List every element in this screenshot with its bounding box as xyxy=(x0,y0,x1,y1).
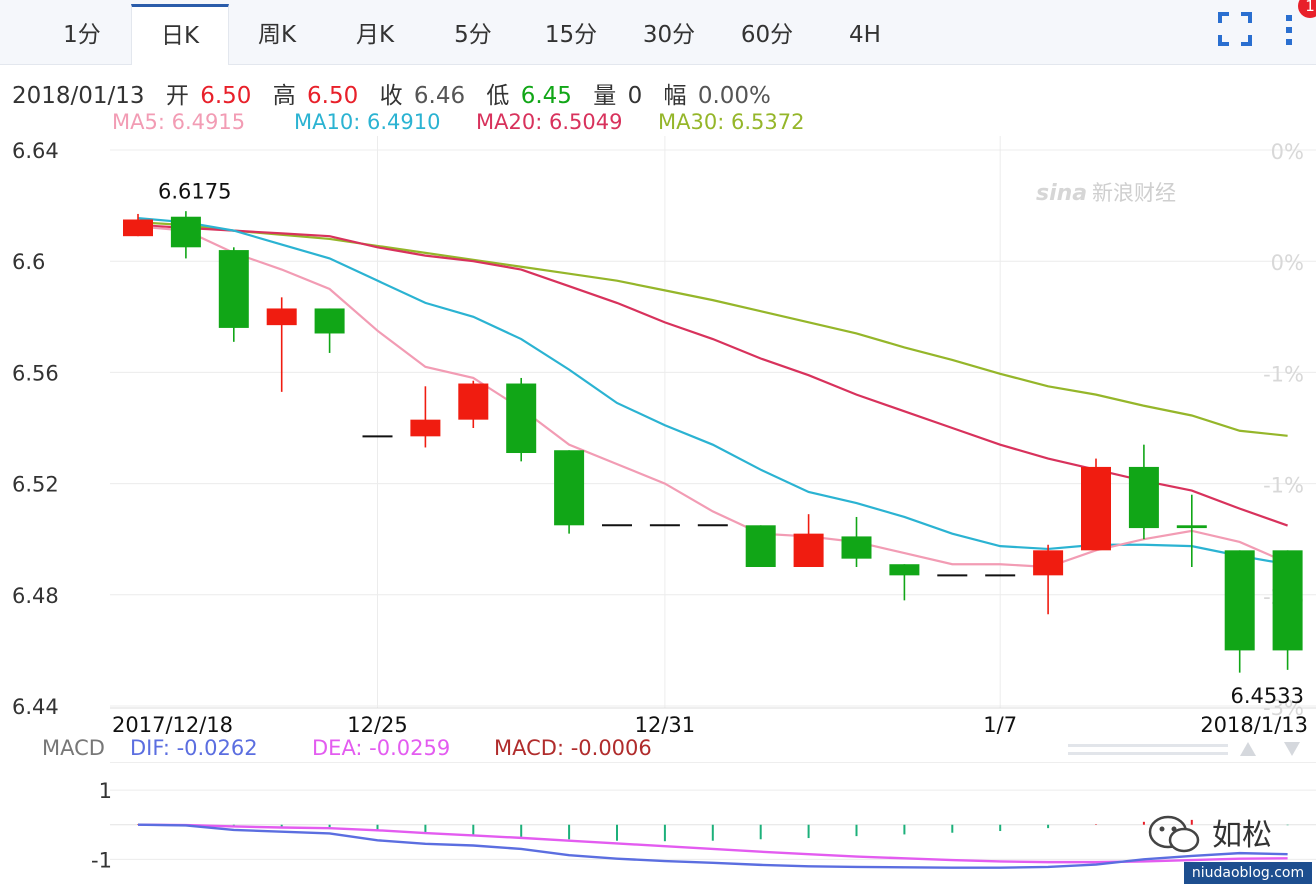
dea-legend: DEA: -0.0259 xyxy=(312,736,451,760)
pct-tick-label: 0% xyxy=(1271,140,1304,164)
candle-body xyxy=(1176,525,1207,529)
macd-chart[interactable]: 1 -1 xyxy=(0,762,1316,888)
tab-monthly-k[interactable]: 月K xyxy=(327,6,423,64)
ma10-legend: MA10: 6.4910 xyxy=(294,110,441,134)
candle-body xyxy=(314,308,345,334)
ma30-line xyxy=(137,221,1288,437)
author-stamp: 如松 niudaoblog.com xyxy=(1140,806,1316,886)
tab-5min[interactable]: 5分 xyxy=(425,6,521,64)
candle-body xyxy=(123,219,153,237)
change-value: 0.00% xyxy=(697,83,771,109)
y-tick-label: 6.56 xyxy=(12,361,59,385)
candle-body xyxy=(1224,550,1255,651)
y-tick-label: 6.44 xyxy=(12,695,59,719)
candle-body xyxy=(218,250,249,328)
ma30-legend: MA30: 6.5372 xyxy=(658,110,805,134)
candle-body xyxy=(266,308,297,326)
pct-tick-label: -1% xyxy=(1263,362,1304,386)
candle-body xyxy=(170,216,201,248)
tab-1min[interactable]: 1分 xyxy=(34,6,130,64)
pct-tick-label: -1% xyxy=(1263,474,1304,498)
x-tick-label: 2018/1/13 xyxy=(1200,713,1308,736)
macd-legend: MACD: -0.0006 xyxy=(494,736,652,760)
y-tick-label: 6.48 xyxy=(12,584,59,608)
candle-body xyxy=(1128,466,1159,529)
candle-body xyxy=(1272,550,1303,651)
ma5-line xyxy=(137,225,1289,569)
scroll-down-icon[interactable] xyxy=(1284,742,1300,756)
tab-60min[interactable]: 60分 xyxy=(719,6,815,64)
change-label: 幅 xyxy=(663,83,687,109)
stamp-title: 如松 xyxy=(1212,818,1272,853)
candlestick-chart[interactable]: 6.640%6.60%6.56-1%6.52-1%6.48-2%6.44-3% … xyxy=(0,136,1316,736)
wechat-icon xyxy=(1148,815,1200,853)
high-label: 高 xyxy=(272,83,296,109)
candle-body xyxy=(745,525,776,567)
candle-body xyxy=(554,450,585,526)
candle-body xyxy=(889,564,920,576)
candle-body xyxy=(458,383,489,420)
macd-title: MACD xyxy=(42,736,105,760)
candle-body xyxy=(793,533,824,567)
candle-body xyxy=(1033,550,1064,576)
low-label: 低 xyxy=(486,83,510,109)
tab-4h[interactable]: 4H xyxy=(817,6,913,64)
volume-value: 0 xyxy=(627,83,643,109)
info-date: 2018/01/13 xyxy=(12,83,145,109)
y-tick-label: 6.64 xyxy=(12,139,59,163)
sina-logo-text: sina xyxy=(1036,181,1087,206)
ma20-legend: MA20: 6.5049 xyxy=(476,110,623,134)
volume-label: 量 xyxy=(593,83,617,109)
macd-y-tick-label: 1 xyxy=(99,779,112,803)
close-label: 收 xyxy=(379,83,403,109)
scroll-up-icon[interactable] xyxy=(1240,742,1256,756)
pct-tick-label: 0% xyxy=(1271,251,1304,275)
tab-15min[interactable]: 15分 xyxy=(523,6,619,64)
dif-legend: DIF: -0.0262 xyxy=(130,736,258,760)
open-label: 开 xyxy=(165,83,189,109)
tab-weekly-k[interactable]: 周K xyxy=(229,6,325,64)
ma5-legend: MA5: 6.4915 xyxy=(112,110,246,134)
min-price-annotation: 6.4533 xyxy=(1231,684,1304,708)
tab-30min[interactable]: 30分 xyxy=(621,6,717,64)
sina-watermark: sina 新浪财经 xyxy=(1036,181,1176,206)
macd-y-tick-label: -1 xyxy=(91,848,112,872)
max-price-annotation: 6.6175 xyxy=(158,180,231,204)
y-tick-label: 6.6 xyxy=(12,250,45,274)
ma20-line xyxy=(137,223,1288,527)
period-tab-bar: 1分 日K 周K 月K 5分 15分 30分 60分 4H 1 xyxy=(0,0,1316,65)
open-value: 6.50 xyxy=(200,83,252,109)
watermark-text: 新浪财经 xyxy=(1092,181,1176,205)
notification-badge: 1 xyxy=(1298,0,1316,18)
candle-body xyxy=(506,383,537,454)
y-tick-label: 6.52 xyxy=(12,473,59,497)
tab-daily-k[interactable]: 日K xyxy=(131,4,229,65)
ohlc-info-line: 2018/01/13 开 6.50 高 6.50 收 6.46 低 6.45 量… xyxy=(12,76,775,110)
close-value: 6.46 xyxy=(413,83,466,109)
candle-body xyxy=(410,419,441,437)
fullscreen-icon[interactable] xyxy=(1218,12,1252,46)
chart-scroll-controls xyxy=(1068,742,1300,756)
low-value: 6.45 xyxy=(520,83,572,109)
x-tick-label: 2017/12/18 xyxy=(112,713,233,736)
high-value: 6.50 xyxy=(307,83,359,109)
x-tick-label: 1/7 xyxy=(983,713,1017,736)
candle-body xyxy=(841,536,872,559)
stamp-site: niudaoblog.com xyxy=(1184,862,1312,884)
candle-body xyxy=(1081,466,1111,551)
more-dots-icon[interactable] xyxy=(1280,12,1300,46)
x-tick-label: 12/31 xyxy=(635,713,696,736)
x-tick-label: 12/25 xyxy=(347,713,408,736)
